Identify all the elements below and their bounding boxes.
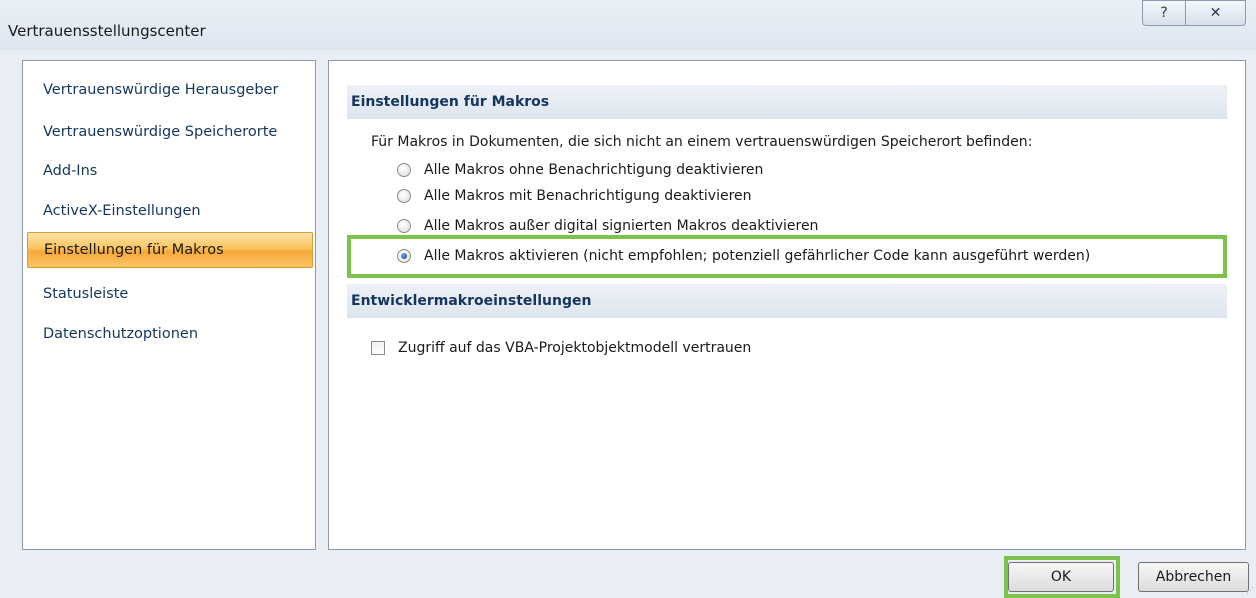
sidebar-item-label: Datenschutzoptionen <box>43 326 199 342</box>
macro-settings-description: Für Makros in Dokumenten, die sich nicht… <box>371 134 1033 150</box>
sidebar-item-add-ins[interactable]: Add-Ins <box>27 154 313 188</box>
settings-panel: Einstellungen für Makros Für Makros in D… <box>328 60 1246 550</box>
vba-trust-checkbox[interactable] <box>371 341 385 355</box>
title-bar: Vertrauensstellungscenter ? ✕ <box>0 0 1256 50</box>
sidebar-item-label: Statusleiste <box>43 286 129 302</box>
sidebar-item-label: Vertrauenswürdige Herausgeber <box>43 82 279 98</box>
close-button[interactable]: ✕ <box>1186 0 1246 26</box>
vba-trust-label: Zugriff auf das VBA-Projektobjektmodell … <box>398 340 752 356</box>
help-icon: ? <box>1160 5 1168 21</box>
sidebar-item-trusted-publishers[interactable]: Vertrauenswürdige Herausgeber <box>27 73 313 107</box>
sidebar-item-status-bar[interactable]: Statusleiste <box>27 277 313 311</box>
sidebar-item-label: Vertrauenswürdige Speicherorte <box>43 124 278 140</box>
radio-label: Alle Makros mit Benachrichtigung deaktiv… <box>424 188 752 204</box>
vba-trust-option[interactable]: Zugriff auf das VBA-Projektobjektmodell … <box>371 337 751 359</box>
radio-label: Alle Makros ohne Benachrichtigung deakti… <box>424 162 764 178</box>
radio-button[interactable] <box>397 163 411 177</box>
sidebar-item-activex-settings[interactable]: ActiveX-Einstellungen <box>27 194 313 228</box>
resize-grip-icon[interactable]: ⋰ <box>1246 586 1254 596</box>
radio-button[interactable] <box>397 189 411 203</box>
sidebar-item-label: ActiveX-Einstellungen <box>43 203 201 219</box>
macro-option-disable-no-notification[interactable]: Alle Makros ohne Benachrichtigung deakti… <box>397 159 763 181</box>
trust-center-dialog: Vertrauensstellungscenter ? ✕ Vertrauens… <box>0 0 1256 598</box>
enable-all-highlight <box>347 235 1227 278</box>
sidebar-item-label: Add-Ins <box>43 163 98 179</box>
macro-settings-header: Einstellungen für Makros <box>347 85 1227 119</box>
help-button[interactable]: ? <box>1142 0 1186 26</box>
sidebar-item-label: Einstellungen für Makros <box>44 242 224 258</box>
sidebar-item-trusted-locations[interactable]: Vertrauenswürdige Speicherorte <box>27 115 313 149</box>
cancel-button[interactable]: Abbrechen <box>1138 562 1249 592</box>
radio-button[interactable] <box>397 219 411 233</box>
category-sidebar: Vertrauenswürdige Herausgeber Vertrauens… <box>22 60 316 550</box>
developer-settings-header: Entwicklermakroeinstellungen <box>347 284 1227 318</box>
macro-option-disable-except-signed[interactable]: Alle Makros außer digital signierten Mak… <box>397 215 818 237</box>
radio-label: Alle Makros außer digital signierten Mak… <box>424 218 819 234</box>
ok-button[interactable]: OK <box>1008 562 1114 592</box>
sidebar-item-privacy-options[interactable]: Datenschutzoptionen <box>27 317 313 351</box>
sidebar-item-macro-settings[interactable]: Einstellungen für Makros <box>27 232 313 268</box>
window-title: Vertrauensstellungscenter <box>8 22 206 40</box>
close-icon: ✕ <box>1209 5 1222 21</box>
macro-option-disable-with-notification[interactable]: Alle Makros mit Benachrichtigung deaktiv… <box>397 185 752 207</box>
